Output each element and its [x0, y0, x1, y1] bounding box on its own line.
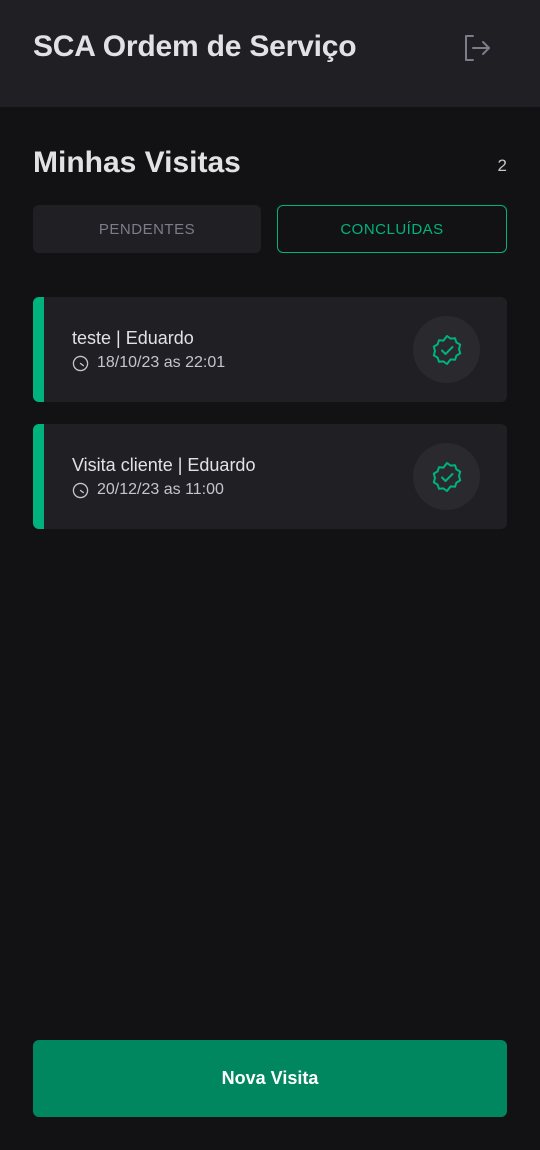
app-header: SCA Ordem de Serviço [0, 0, 540, 107]
status-bar [33, 297, 44, 402]
seal-check-icon [432, 461, 461, 492]
sign-out-icon [465, 35, 490, 61]
visit-count: 2 [497, 156, 507, 175]
tab-completed[interactable]: CONCLUÍDAS [277, 205, 507, 253]
status-badge [413, 316, 480, 383]
clock-icon [72, 482, 89, 498]
visit-datetime-row: 18/10/23 as 22:01 [72, 354, 225, 372]
app-title: SCA Ordem de Serviço [33, 30, 357, 63]
visit-datetime: 18/10/23 as 22:01 [97, 354, 226, 371]
visit-card[interactable]: teste | Eduardo 18/10/23 as 22:01 [33, 297, 507, 402]
seal-check-icon [432, 334, 461, 365]
visit-title: Visita cliente | Eduardo [72, 455, 256, 475]
new-visit-button[interactable]: Nova Visita [33, 1040, 507, 1117]
visit-card[interactable]: Visita cliente | Eduardo 20/12/23 as 11:… [33, 424, 507, 529]
logout-button[interactable] [456, 30, 496, 66]
status-badge [413, 443, 480, 510]
visit-datetime: 20/12/23 as 11:00 [97, 481, 224, 498]
tab-pending[interactable]: PENDENTES [33, 205, 261, 253]
visit-datetime-row: 20/12/23 as 11:00 [72, 481, 224, 499]
clock-icon [72, 355, 89, 371]
page-title: Minhas Visitas [33, 146, 241, 179]
status-bar [33, 424, 44, 529]
visit-title: teste | Eduardo [72, 328, 194, 348]
